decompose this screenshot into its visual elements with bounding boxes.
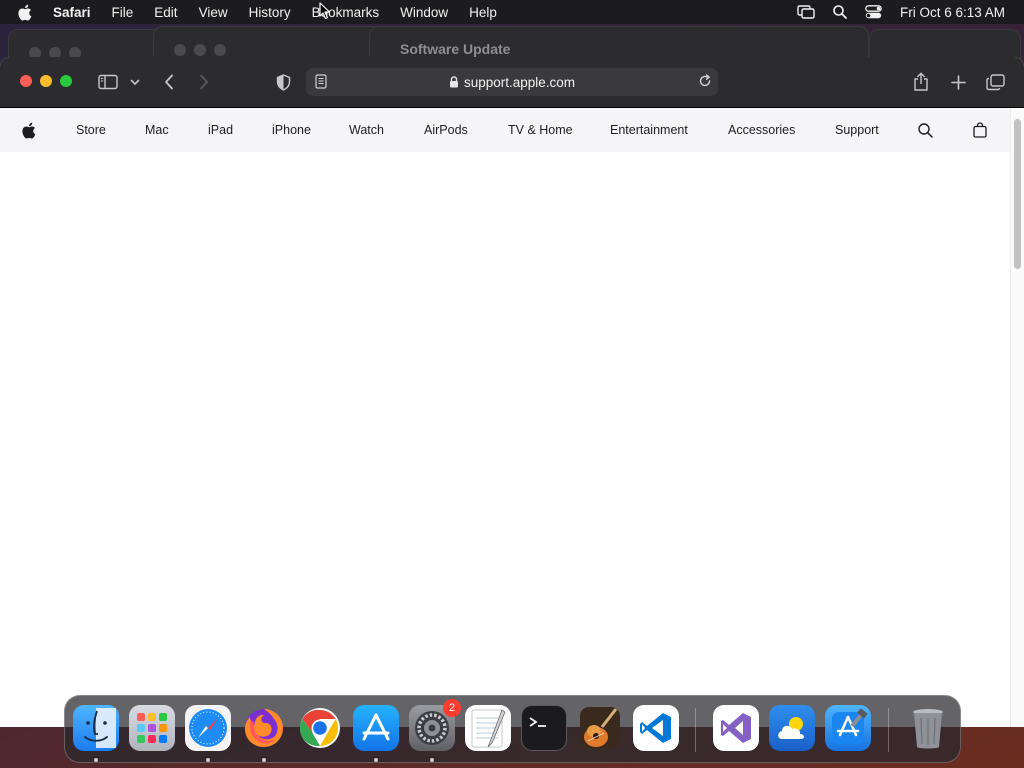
software-update-title: Software Update — [400, 41, 511, 57]
textedit-icon[interactable] — [465, 705, 511, 751]
control-center-icon[interactable] — [864, 0, 884, 24]
share-icon[interactable] — [910, 70, 932, 94]
nav-support[interactable]: Support — [835, 108, 879, 152]
shopping-bag-icon[interactable] — [973, 108, 987, 152]
new-tab-plus-icon[interactable] — [947, 70, 969, 94]
menu-help[interactable]: Help — [469, 5, 497, 20]
maximize-button[interactable] — [60, 75, 72, 87]
sidebar-toggle-icon[interactable] — [96, 70, 120, 94]
visual-studio-icon[interactable] — [713, 705, 759, 751]
dock-separator — [695, 708, 696, 752]
launchpad-icon[interactable] — [129, 705, 175, 751]
scrollbar-thumb[interactable] — [1014, 119, 1021, 269]
address-bar-url: support.apple.com — [463, 74, 576, 90]
nav-watch[interactable]: Watch — [349, 108, 384, 152]
running-indicator — [430, 758, 434, 762]
menu-window[interactable]: Window — [400, 5, 448, 20]
notification-badge: 2 — [443, 699, 461, 717]
nav-airpods[interactable]: AirPods — [424, 108, 468, 152]
forward-button-chevron-right-icon[interactable] — [193, 70, 215, 94]
running-indicator — [206, 758, 210, 762]
running-indicator — [94, 758, 98, 762]
close-button[interactable] — [20, 75, 32, 87]
spotlight-search-icon[interactable] — [830, 0, 850, 24]
trash-icon[interactable] — [905, 705, 951, 751]
menu-file[interactable]: File — [112, 5, 134, 20]
background-window-controls — [174, 44, 226, 56]
window-controls — [20, 75, 72, 87]
apple-global-nav: Store Mac iPad iPhone Watch AirPods TV &… — [0, 108, 1010, 152]
firefox-icon[interactable] — [241, 705, 287, 751]
tab-overview-icon[interactable] — [984, 70, 1006, 94]
minimize-button[interactable] — [40, 75, 52, 87]
running-indicator — [374, 758, 378, 762]
menu-edit[interactable]: Edit — [154, 5, 177, 20]
back-button-chevron-left-icon[interactable] — [158, 70, 180, 94]
mouse-cursor-icon — [319, 2, 331, 25]
apple-menu-icon[interactable] — [17, 0, 35, 24]
vscode-icon[interactable] — [633, 705, 679, 751]
weather-icon[interactable] — [769, 705, 815, 751]
tab-groups-chevron-down-icon[interactable] — [128, 70, 142, 94]
system-settings-icon[interactable]: 2 — [409, 699, 461, 751]
lock-icon — [449, 76, 459, 88]
menu-app-name[interactable]: Safari — [53, 5, 91, 20]
safari-icon[interactable] — [185, 705, 231, 751]
page-content-area[interactable] — [0, 152, 1010, 727]
dock: 2 — [64, 695, 961, 763]
privacy-shield-icon[interactable] — [273, 70, 293, 94]
nav-store[interactable]: Store — [76, 108, 106, 152]
nav-entertainment[interactable]: Entertainment — [610, 108, 688, 152]
terminal-icon[interactable] — [521, 705, 567, 751]
safari-toolbar: support.apple.com — [0, 57, 1024, 108]
app-store-icon[interactable] — [353, 705, 399, 751]
menu-view[interactable]: View — [199, 5, 228, 20]
screen-mirroring-icon[interactable] — [796, 0, 816, 24]
nav-tv-home[interactable]: TV & Home — [508, 108, 573, 152]
menu-bar-clock[interactable]: Fri Oct 6 6:13 AM — [900, 5, 1005, 20]
address-bar[interactable]: support.apple.com — [306, 68, 718, 96]
running-indicator — [262, 758, 266, 762]
chrome-icon[interactable] — [297, 705, 343, 751]
nav-iphone[interactable]: iPhone — [272, 108, 311, 152]
search-icon[interactable] — [918, 108, 933, 152]
garageband-icon[interactable] — [577, 705, 623, 751]
reader-view-icon[interactable] — [315, 74, 327, 92]
safari-window: support.apple.com Store Mac iPad iPhone … — [0, 57, 1024, 727]
xcode-icon[interactable] — [825, 705, 871, 751]
finder-icon[interactable] — [73, 705, 119, 751]
menu-bar: Safari File Edit View History Bookmarks … — [0, 0, 1024, 24]
nav-ipad[interactable]: iPad — [208, 108, 233, 152]
menu-history[interactable]: History — [249, 5, 291, 20]
apple-logo-icon[interactable] — [21, 108, 36, 152]
dock-separator — [888, 708, 889, 752]
nav-mac[interactable]: Mac — [145, 108, 169, 152]
nav-accessories[interactable]: Accessories — [728, 108, 795, 152]
reload-icon[interactable] — [698, 74, 712, 91]
